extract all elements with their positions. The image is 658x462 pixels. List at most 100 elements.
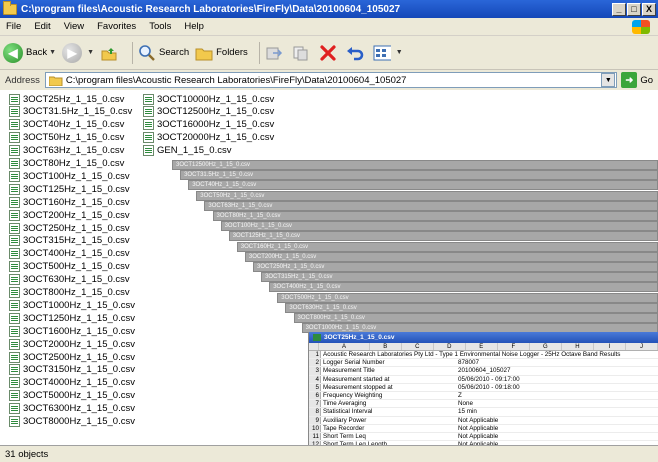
excel-window-tab[interactable]: 3OCT630Hz_1_15_0.csv: [285, 302, 658, 313]
file-item[interactable]: 3OCT200Hz_1_15_0.csv: [9, 209, 130, 221]
column-header[interactable]: F: [498, 343, 530, 350]
column-header[interactable]: E: [466, 343, 498, 350]
excel-window-tab[interactable]: 3OCT400Hz_1_15_0.csv: [269, 282, 658, 293]
row-number[interactable]: 3: [309, 367, 321, 375]
cell-a[interactable]: Short Term Leq: [321, 433, 456, 440]
file-item[interactable]: 3OCT80Hz_1_15_0.csv: [9, 158, 124, 170]
cell-a[interactable]: Acoustic Research Laboratories Pty Ltd -…: [321, 351, 620, 358]
cell-e[interactable]: Not Applicable: [456, 425, 498, 432]
file-item[interactable]: 3OCT160Hz_1_15_0.csv: [9, 196, 130, 208]
corner-cell[interactable]: [309, 343, 320, 350]
excel-window-tab[interactable]: 3OCT12500Hz_1_15_0.csv: [172, 160, 658, 170]
file-item[interactable]: 3OCT315Hz_1_15_0.csv: [9, 235, 130, 247]
maximize-button[interactable]: □: [627, 2, 641, 16]
forward-dropdown-icon[interactable]: ▼: [87, 49, 94, 56]
cell-e[interactable]: 20100604_105027: [456, 367, 511, 374]
excel-window-tab[interactable]: 3OCT200Hz_1_15_0.csv: [244, 251, 658, 262]
row-number[interactable]: 2: [309, 359, 321, 367]
cell-a[interactable]: Measurement stopped at: [321, 384, 456, 391]
file-item[interactable]: 3OCT500Hz_1_15_0.csv: [9, 261, 130, 273]
row-number[interactable]: 11: [309, 432, 321, 441]
cell-a[interactable]: Auxiliary Power: [321, 417, 456, 424]
close-button[interactable]: X: [642, 2, 656, 16]
row-number[interactable]: 9: [309, 416, 321, 424]
menu-favorites[interactable]: Favorites: [97, 21, 136, 32]
file-item[interactable]: 3OCT6300Hz_1_15_0.csv: [9, 403, 135, 415]
excel-window-tab[interactable]: 3OCT250Hz_1_15_0.csv: [253, 262, 658, 272]
menu-file[interactable]: File: [6, 21, 21, 32]
excel-window-tab[interactable]: 3OCT125Hz_1_15_0.csv: [228, 231, 658, 242]
file-item[interactable]: 3OCT5000Hz_1_15_0.csv: [9, 390, 135, 402]
file-item[interactable]: 3OCT100Hz_1_15_0.csv: [9, 170, 130, 182]
back-button[interactable]: ◀ Back ▼: [3, 42, 56, 63]
excel-window-tab[interactable]: 3OCT40Hz_1_15_0.csv: [188, 180, 658, 191]
column-header[interactable]: D: [434, 343, 466, 350]
minimize-button[interactable]: _: [612, 2, 626, 16]
column-header[interactable]: A: [319, 343, 370, 350]
address-dropdown-icon[interactable]: ▼: [601, 73, 616, 87]
row-number[interactable]: 4: [309, 375, 321, 383]
move-to-button[interactable]: [265, 44, 286, 62]
file-item[interactable]: GEN_1_15_0.csv: [143, 145, 231, 157]
delete-button[interactable]: [319, 44, 340, 62]
row-number[interactable]: 7: [309, 400, 321, 408]
file-item[interactable]: 3OCT250Hz_1_15_0.csv: [9, 222, 130, 234]
file-item[interactable]: 3OCT1250Hz_1_15_0.csv: [9, 312, 135, 324]
cell-e[interactable]: [456, 351, 458, 358]
menu-help[interactable]: Help: [184, 21, 204, 32]
column-header[interactable]: H: [562, 343, 594, 350]
cell-a[interactable]: Tape Recorder: [321, 425, 456, 432]
copy-to-button[interactable]: [292, 44, 313, 62]
file-item[interactable]: 3OCT25Hz_1_15_0.csv: [9, 93, 124, 105]
go-button[interactable]: ➜ Go: [621, 72, 653, 88]
menu-view[interactable]: View: [64, 21, 84, 32]
cell-e[interactable]: None: [456, 400, 473, 407]
file-item[interactable]: 3OCT63Hz_1_15_0.csv: [9, 145, 124, 157]
file-item[interactable]: 3OCT4000Hz_1_15_0.csv: [9, 377, 135, 389]
excel-window-tab[interactable]: 3OCT80Hz_1_15_0.csv: [212, 211, 658, 221]
file-item[interactable]: 3OCT400Hz_1_15_0.csv: [9, 248, 130, 260]
column-header[interactable]: C: [402, 343, 434, 350]
row-number[interactable]: 1: [309, 351, 321, 359]
file-item[interactable]: 3OCT20000Hz_1_15_0.csv: [143, 132, 274, 144]
excel-window-tab[interactable]: 3OCT31.5Hz_1_15_0.csv: [180, 170, 658, 181]
file-item[interactable]: 3OCT1000Hz_1_15_0.csv: [9, 299, 135, 311]
excel-window-tab[interactable]: 3OCT500Hz_1_15_0.csv: [277, 292, 658, 303]
row-number[interactable]: 10: [309, 424, 321, 432]
excel-window-tab[interactable]: 3OCT315Hz_1_15_0.csv: [261, 272, 658, 283]
row-number[interactable]: 8: [309, 408, 321, 416]
file-item[interactable]: 3OCT40Hz_1_15_0.csv: [9, 119, 124, 131]
cell-a[interactable]: Measurement started at: [321, 376, 456, 383]
forward-button[interactable]: ▶ ▼: [62, 42, 94, 63]
file-item[interactable]: 3OCT2000Hz_1_15_0.csv: [9, 338, 135, 350]
excel-window-tab[interactable]: 3OCT100Hz_1_15_0.csv: [220, 221, 658, 232]
cell-e[interactable]: 05/06/2010 - 09:17:00: [456, 376, 520, 383]
search-button[interactable]: Search: [138, 44, 189, 62]
file-item[interactable]: 3OCT630Hz_1_15_0.csv: [9, 274, 130, 286]
file-item[interactable]: 3OCT2500Hz_1_15_0.csv: [9, 351, 135, 363]
cell-e[interactable]: 05/06/2010 - 09:18:00: [456, 384, 520, 391]
file-item[interactable]: 3OCT3150Hz_1_15_0.csv: [9, 364, 135, 376]
file-item[interactable]: 3OCT31.5Hz_1_15_0.csv: [9, 106, 132, 118]
excel-window-tab[interactable]: 3OCT160Hz_1_15_0.csv: [236, 241, 658, 252]
cell-e[interactable]: 15 min: [456, 408, 477, 415]
file-item[interactable]: 3OCT12500Hz_1_15_0.csv: [143, 106, 274, 118]
file-item[interactable]: 3OCT800Hz_1_15_0.csv: [9, 287, 130, 299]
cell-a[interactable]: Measurement Title: [321, 367, 456, 374]
row-number[interactable]: 5: [309, 383, 321, 391]
menu-tools[interactable]: Tools: [149, 21, 171, 32]
views-button[interactable]: ▼: [373, 44, 403, 62]
up-folder-button[interactable]: [100, 44, 121, 62]
excel-window-tab[interactable]: 3OCT800Hz_1_15_0.csv: [293, 313, 658, 323]
cell-a[interactable]: Time Averaging: [321, 400, 456, 407]
cell-e[interactable]: Not Applicable: [456, 433, 498, 440]
undo-button[interactable]: [346, 44, 367, 62]
file-item[interactable]: 3OCT1600Hz_1_15_0.csv: [9, 325, 135, 337]
address-input[interactable]: C:\program files\Acoustic Research Labor…: [44, 72, 618, 88]
cell-a[interactable]: Statistical Interval: [321, 408, 456, 415]
excel-window-tab[interactable]: 3OCT50Hz_1_15_0.csv: [196, 190, 658, 201]
column-header[interactable]: G: [530, 343, 562, 350]
excel-sheet-window[interactable]: 3OCT25Hz_1_15_0.csv ABCDEFGHIJ 1 Acoustic…: [308, 332, 658, 462]
views-dropdown-icon[interactable]: ▼: [396, 49, 403, 56]
cell-a[interactable]: Frequency Weighting: [321, 392, 456, 399]
